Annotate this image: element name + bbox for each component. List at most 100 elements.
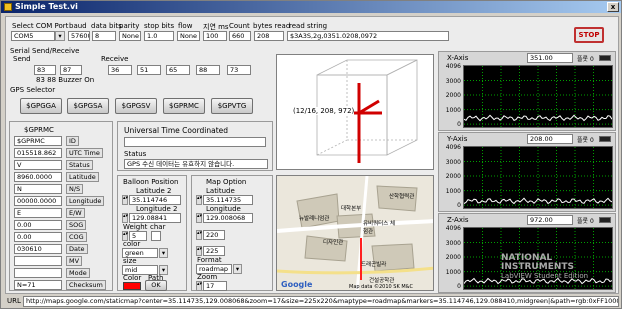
utc-title: Universal Time Coordinated bbox=[124, 126, 229, 135]
data-bits-label: data bits bbox=[91, 22, 122, 30]
gprmc-tag: Status bbox=[66, 160, 93, 170]
cube-coord-label: (12/16, 208, 972) bbox=[293, 107, 355, 115]
map-width-field[interactable]: 220 bbox=[203, 230, 225, 240]
flow-field[interactable]: None bbox=[177, 31, 200, 41]
map-label-3: 뉴발례니엄관 bbox=[299, 216, 330, 222]
send-value-2[interactable]: 87 bbox=[60, 65, 82, 75]
z-axis-label: Z-Axis bbox=[447, 216, 469, 224]
chart-tick-label: 4096 bbox=[445, 63, 461, 70]
y-axis-value: 208.00 bbox=[527, 134, 573, 144]
chart-tick-label: 2000 bbox=[445, 254, 461, 261]
height-spin-icon[interactable]: ▴▾ bbox=[196, 246, 202, 256]
parity-label: parity bbox=[119, 22, 140, 30]
gprmc-tag: Checksum bbox=[66, 280, 106, 290]
zoom-spin-icon[interactable]: ▴▾ bbox=[196, 281, 202, 291]
close-button[interactable]: x bbox=[607, 2, 619, 12]
com-port-value: COM5 bbox=[14, 32, 34, 40]
gprmc-tag: N/S bbox=[66, 184, 84, 194]
gprmc-panel: $GPRMC $GPRMC ID 015518.862 UTC Time V Status… bbox=[9, 121, 113, 291]
x-axis-label: X-Axis bbox=[447, 54, 469, 62]
balloon-lon-field[interactable]: 129.08841 bbox=[129, 213, 181, 223]
chart-tick-label: 1000 bbox=[445, 106, 461, 114]
gprmc-button[interactable]: $GPRMC bbox=[163, 98, 205, 114]
chart-tick-label: 2000 bbox=[445, 173, 461, 180]
color-label: color bbox=[123, 240, 141, 248]
balloon-lat-field[interactable]: 35.114746 bbox=[129, 195, 181, 205]
read-string-label: read string bbox=[289, 22, 328, 30]
map-option-panel: Map Option Latitude ▴▾ 35.114735 Longitu… bbox=[191, 175, 273, 291]
gprmc-value: 8960.0000 bbox=[14, 172, 62, 182]
ok-button[interactable]: OK bbox=[145, 280, 167, 291]
map-label-4: 유비쿼터스 체험관 bbox=[363, 221, 396, 235]
baud-field[interactable]: 57600 bbox=[68, 31, 90, 41]
y-plot-legend-icon[interactable] bbox=[599, 136, 611, 142]
gprmc-value bbox=[14, 256, 62, 266]
balloon-lon-spin-icon[interactable]: ▴▾ bbox=[122, 213, 128, 223]
com-port-dropdown-icon[interactable]: ▾ bbox=[55, 31, 65, 41]
z-axis-chart-panel: Z-Axis 972.00 플롯 0 4096 3000 2000 1000 0 NAT… bbox=[438, 213, 616, 293]
map-lon-spin-icon[interactable]: ▴▾ bbox=[196, 213, 202, 223]
receive-value-2: 51 bbox=[137, 65, 161, 75]
x-axis-value: 351.00 bbox=[527, 53, 573, 63]
gprmc-tag: ID bbox=[66, 136, 79, 146]
color-dropdown-icon[interactable]: ▾ bbox=[159, 248, 168, 258]
size-label: size bbox=[123, 257, 137, 265]
gprmc-tag: Latitude bbox=[66, 172, 99, 182]
balloon-panel: Balloon Position Latitude 2 ▴▾ 35.114746… bbox=[117, 175, 187, 291]
gpvtg-button[interactable]: $GPVTG bbox=[211, 98, 253, 114]
map-lon-field[interactable]: 129.008068 bbox=[203, 213, 253, 223]
gprmc-title: $GPRMC bbox=[24, 126, 54, 134]
balloon-lat-spin-icon[interactable]: ▴▾ bbox=[122, 195, 128, 205]
bytes-read-label: bytes read bbox=[253, 22, 291, 30]
serial-title: Serial Send/Receive bbox=[10, 47, 80, 55]
url-label: URL bbox=[7, 297, 21, 305]
zoom-field[interactable]: 17 bbox=[203, 281, 227, 291]
delay-field[interactable]: 100 bbox=[203, 31, 227, 41]
chart-tick-label: 0 bbox=[457, 121, 461, 128]
map-lat-spin-icon[interactable]: ▴▾ bbox=[196, 195, 202, 205]
map-copyright: Map data ©2010 SK M&C bbox=[349, 284, 414, 290]
gprmc-value: 0.00 bbox=[14, 232, 62, 242]
gprmc-tag: E/W bbox=[66, 208, 85, 218]
map-lat-field[interactable]: 35.114735 bbox=[203, 195, 253, 205]
chart-tick-label: 0 bbox=[457, 283, 461, 290]
chart-tick-label: 4096 bbox=[445, 144, 461, 151]
stop-button[interactable]: STOP bbox=[574, 27, 604, 43]
gpgsv-button[interactable]: $GPGSV bbox=[115, 98, 157, 114]
color-swatch[interactable] bbox=[123, 282, 141, 290]
x-plot-legend-icon[interactable] bbox=[599, 55, 611, 61]
format-dropdown-icon[interactable]: ▾ bbox=[233, 264, 242, 274]
utc-panel: Universal Time Coordinated Status GPS 수신… bbox=[117, 121, 273, 171]
stop-bits-field[interactable]: 1.0 bbox=[144, 31, 174, 41]
gprmc-value: 015518.862 bbox=[14, 148, 62, 158]
balloon-title: Balloon Position bbox=[123, 178, 179, 186]
data-bits-field[interactable]: 8 bbox=[92, 31, 116, 41]
map-height-field[interactable]: 225 bbox=[203, 246, 225, 256]
map-label-1: 산학협력관 bbox=[389, 194, 415, 200]
map-label-6: 드래곤빌라 bbox=[361, 262, 387, 268]
read-string-field: $3A3S,2g,0351.0208,0972 bbox=[287, 31, 449, 41]
com-port-select[interactable]: COM5 bbox=[11, 31, 55, 41]
z-plot-legend-icon[interactable] bbox=[599, 217, 611, 223]
send-value-1[interactable]: 83 bbox=[34, 65, 56, 75]
gprmc-tag: COG bbox=[66, 232, 87, 242]
flow-label: flow bbox=[178, 22, 193, 30]
char-field[interactable] bbox=[151, 231, 161, 241]
receive-value-4: 88 bbox=[196, 65, 220, 75]
gpgsa-button[interactable]: $GPGSA bbox=[67, 98, 109, 114]
balloon-color-label: Color bbox=[123, 274, 142, 282]
gprmc-tag: UTC Time bbox=[66, 148, 103, 158]
width-spin-icon[interactable]: ▴▾ bbox=[196, 230, 202, 240]
stop-bits-label: stop bits bbox=[144, 22, 175, 30]
balloon-lon-label: Longitude 2 bbox=[136, 205, 178, 213]
y-axis-label: Y-Axis bbox=[447, 135, 468, 143]
title-bar: Simple Test.vi x bbox=[1, 1, 621, 13]
cube-view: (12/16, 208, 972) bbox=[276, 54, 434, 170]
map-option-title: Map Option bbox=[206, 178, 247, 186]
gpgga-button[interactable]: $GPGGA bbox=[20, 98, 62, 114]
main-window: Simple Test.vi x Select COM Port baud da… bbox=[0, 0, 622, 309]
parity-field[interactable]: None bbox=[119, 31, 141, 41]
count-field: 660 bbox=[229, 31, 251, 41]
zoom-label: Zoom bbox=[197, 273, 218, 281]
chart-tick-label: 1000 bbox=[445, 187, 461, 195]
